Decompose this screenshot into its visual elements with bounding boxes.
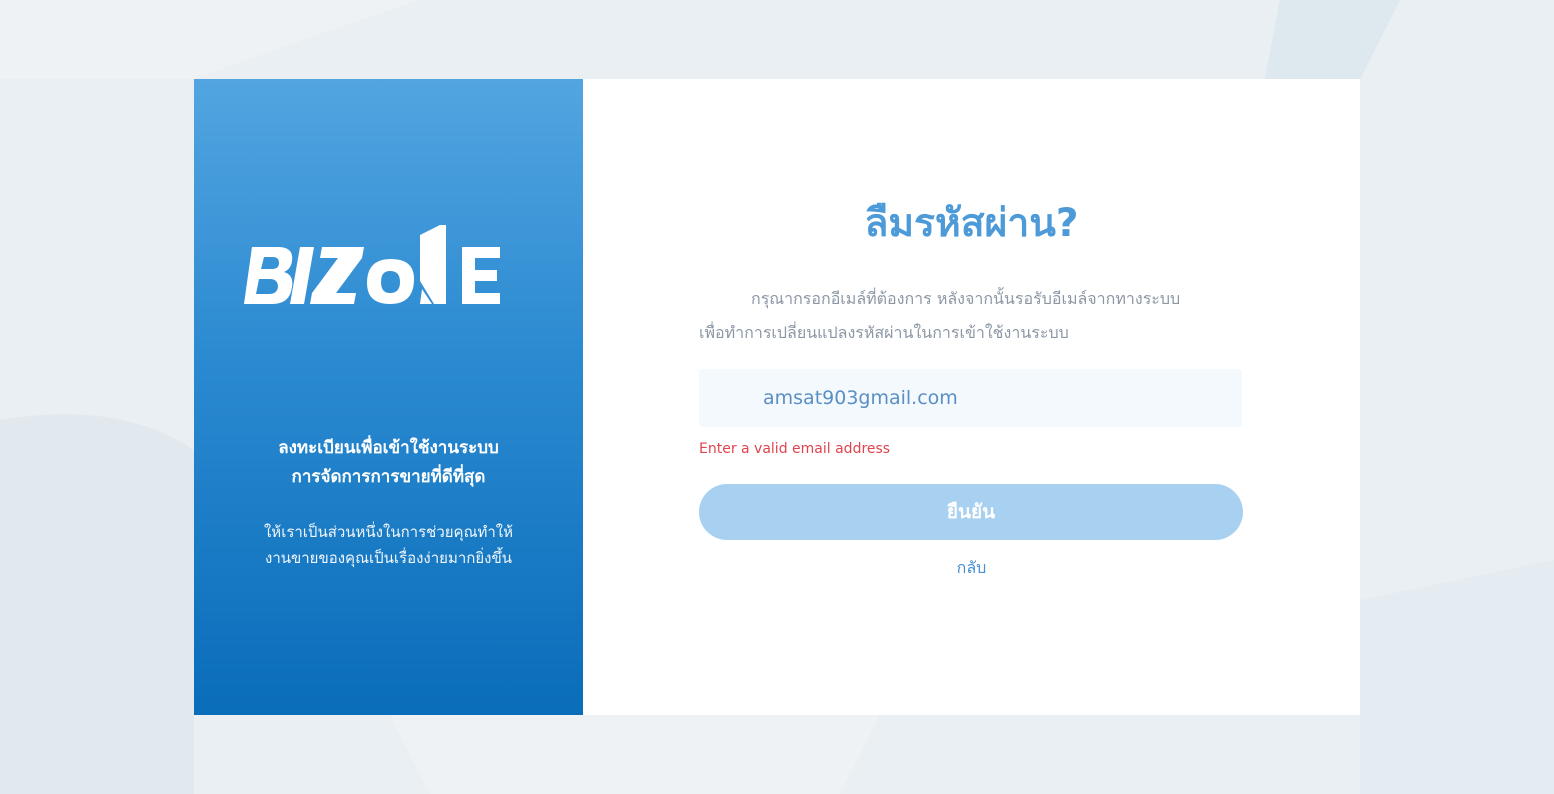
instructions-line2: เพื่อทำการเปลี่ยนแปลงรหัสผ่านในการเข้าใช… — [699, 323, 1069, 342]
brand-headline-line1: ลงทะเบียนเพื่อเข้าใช้งานระบบ — [278, 438, 499, 458]
brand-subtitle-line2: งานขายของคุณเป็นเรื่องง่ายมากยิ่งขึ้น — [265, 549, 512, 567]
email-error-message: Enter a valid email address — [699, 441, 891, 457]
page-title-text: ลืมรหัสผ่าน? — [864, 201, 1079, 246]
brand-headline: ลงทะเบียนเพื่อเข้าใช้งานระบบ การจัดการกา… — [194, 434, 583, 492]
back-link-row: กลับ — [583, 556, 1360, 581]
instructions-line1: กรุณากรอกอีเมล์ที่ต้องการ หลังจากนั้นรอร… — [751, 289, 1181, 308]
page-title: ลืมรหัสผ่าน? — [583, 197, 1360, 251]
brand-subtitle-line1: ให้เราเป็นส่วนหนึ่งในการช่วยคุณทำให้ — [263, 523, 514, 541]
forgot-password-card: ลงทะเบียนเพื่อเข้าใช้งานระบบ การจัดการกา… — [194, 79, 1360, 715]
brand-panel: ลงทะเบียนเพื่อเข้าใช้งานระบบ การจัดการกา… — [194, 79, 583, 715]
brand-headline-line2: การจัดการการขายที่ดีที่สุด — [291, 467, 486, 487]
bizone-logo — [244, 225, 500, 304]
email-field-wrapper — [699, 369, 1242, 427]
back-link[interactable]: กลับ — [957, 558, 987, 577]
email-input[interactable] — [699, 369, 1242, 427]
instructions: กรุณากรอกอีเมล์ที่ต้องการ หลังจากนั้นรอร… — [699, 282, 1239, 350]
form-panel: ลืมรหัสผ่าน? กรุณากรอกอีเมล์ที่ต้องการ ห… — [583, 79, 1360, 715]
brand-subtitle: ให้เราเป็นส่วนหนึ่งในการช่วยคุณทำให้ งาน… — [194, 519, 583, 571]
confirm-button[interactable]: ยืนยัน — [699, 484, 1243, 540]
